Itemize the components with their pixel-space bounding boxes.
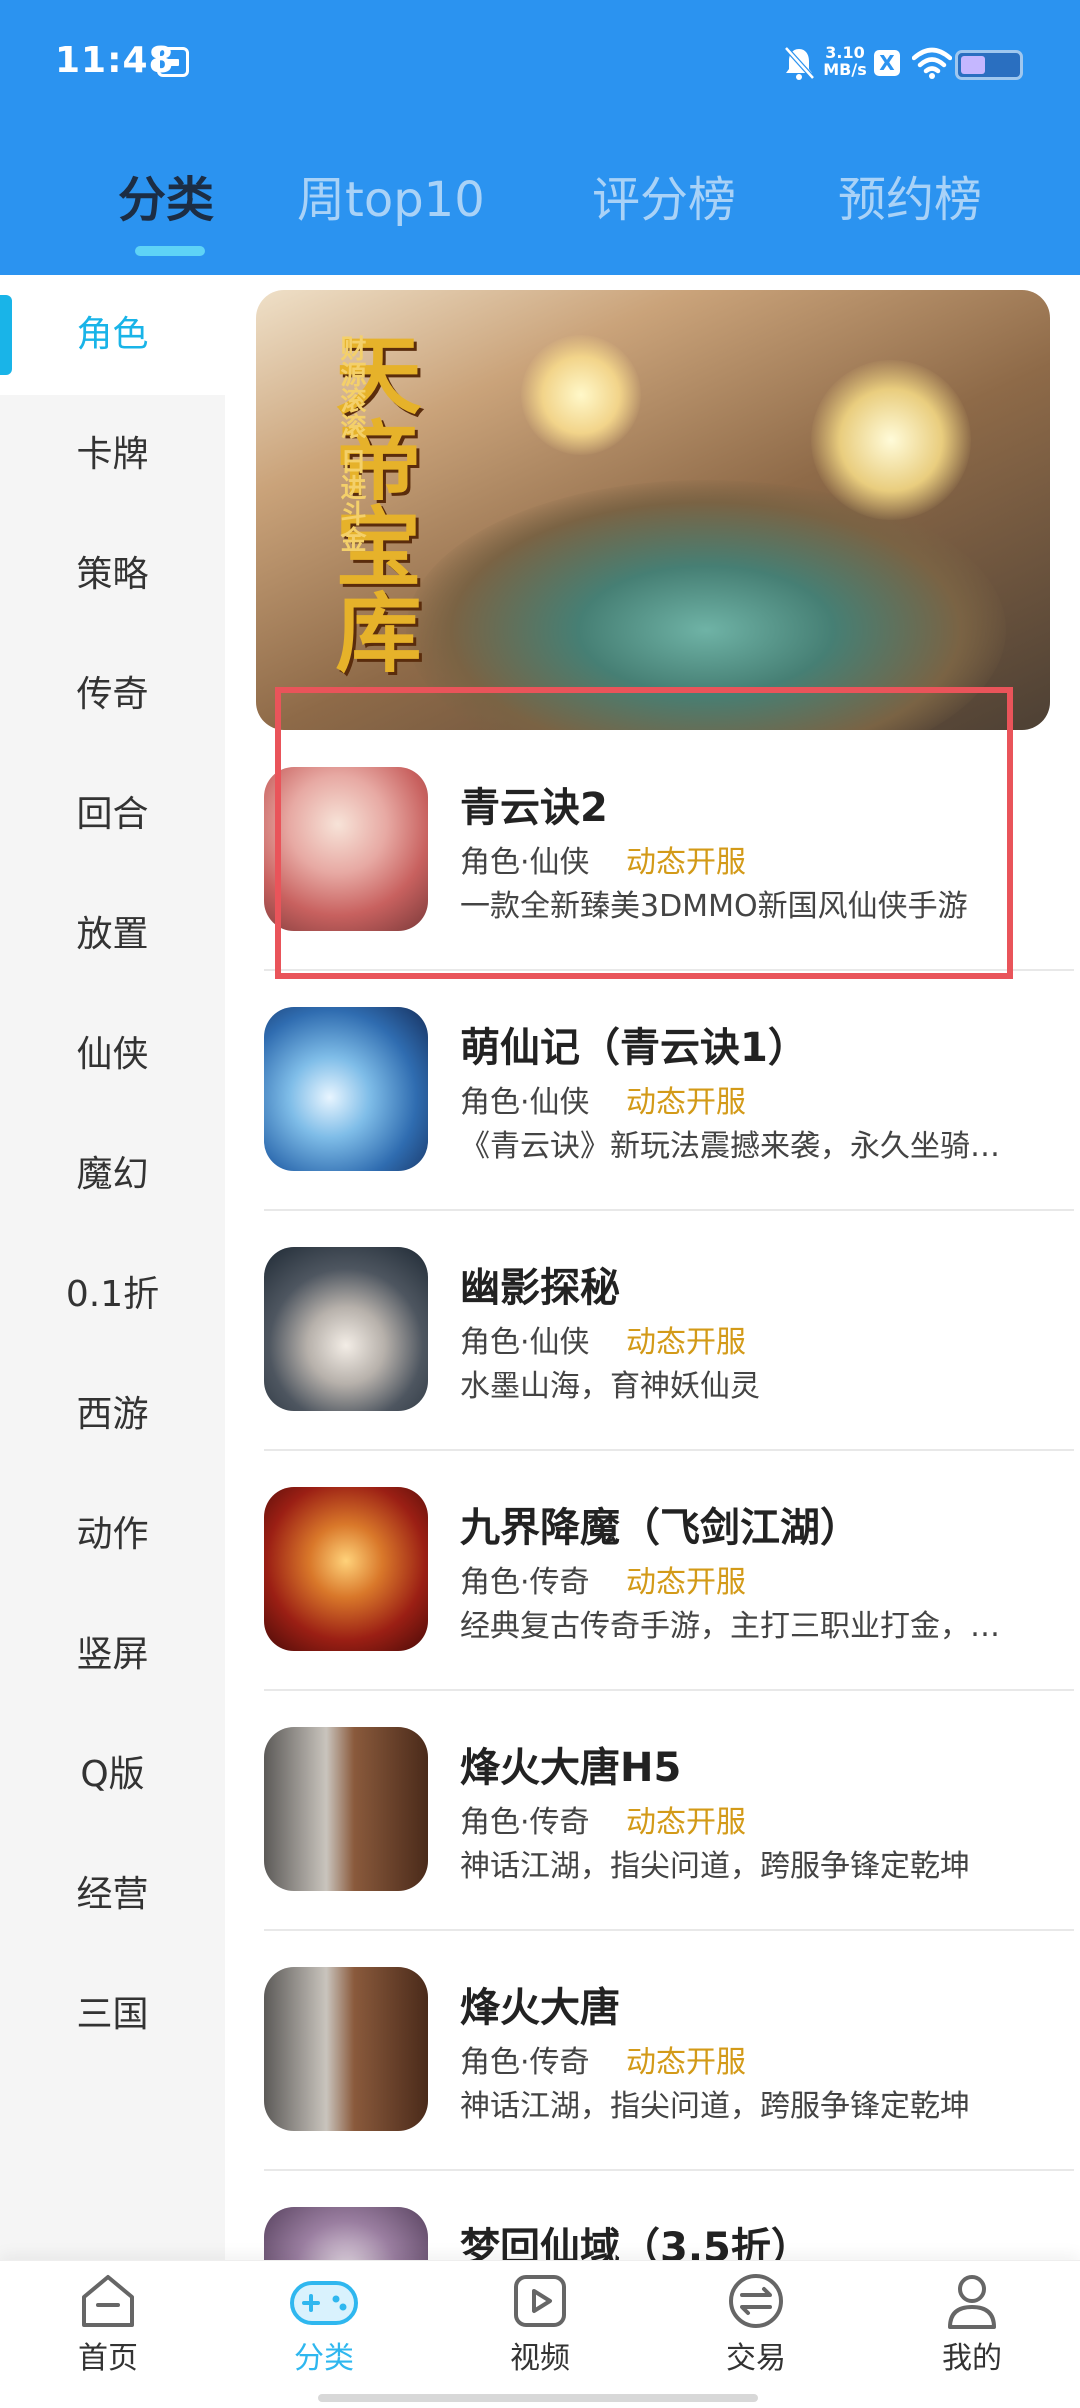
- list-item[interactable]: 烽火大唐H5 角色·传奇 动态开服 神话江湖，指尖问道，跨服争锋定乾坤: [256, 1705, 1080, 1945]
- game-tags: 角色·传奇: [460, 1805, 590, 1840]
- list-item[interactable]: 九界降魔（飞剑江湖） 角色·传奇 动态开服 经典复古传奇手游，主打三职业打金，…: [256, 1465, 1080, 1705]
- game-name: 烽火大唐: [460, 1985, 620, 2031]
- game-name: 烽火大唐H5: [460, 1745, 682, 1791]
- game-icon: [264, 1007, 428, 1171]
- server-badge: 动态开服: [626, 1325, 746, 1360]
- sidebar-item-role[interactable]: 角色: [0, 275, 225, 395]
- sim-card-icon: [157, 47, 189, 77]
- home-indicator[interactable]: [318, 2394, 758, 2402]
- game-icon: [264, 1487, 428, 1651]
- sidebar-item-xianxia[interactable]: 仙侠: [0, 995, 225, 1115]
- nav-trade[interactable]: 交易: [686, 2271, 826, 2406]
- battery-level: [961, 56, 985, 74]
- bottom-navigation: 首页 分类 视频 交易 我的: [0, 2260, 1080, 2408]
- mute-bell-icon: [784, 46, 815, 80]
- server-badge: 动态开服: [626, 1565, 746, 1600]
- exchange-icon: [729, 2274, 783, 2328]
- nav-label: 我的: [942, 2341, 1002, 2376]
- banner-lantern: [521, 335, 641, 455]
- tab-category[interactable]: 分类: [118, 160, 214, 230]
- divider: [264, 2169, 1074, 2171]
- sidebar-item-discount[interactable]: 0.1折: [0, 1235, 225, 1355]
- profile-icon: [948, 2275, 996, 2329]
- top-tabs: 分类 周top10 评分榜 预约榜: [0, 150, 1080, 260]
- sidebar-item-card[interactable]: 卡牌: [0, 395, 225, 515]
- category-sidebar: 角色 卡牌 策略 传奇 回合 放置 仙侠 魔幻 0.1折 西游 动作 竖屏 Q版…: [0, 275, 225, 2260]
- game-tags: 角色·仙侠: [460, 1085, 590, 1120]
- game-icon: [264, 2207, 428, 2260]
- game-name: 梦回仙域（3.5折）: [460, 2225, 811, 2260]
- network-speed: 3.10 MB/s: [822, 44, 868, 78]
- wifi-icon: [912, 47, 952, 79]
- game-name: 萌仙记（青云诀1）: [460, 1025, 808, 1071]
- tab-reservation[interactable]: 预约榜: [838, 160, 982, 230]
- speed-value: 3.10: [825, 43, 865, 62]
- game-name: 幽影探秘: [460, 1265, 620, 1311]
- active-tab-indicator: [135, 246, 205, 256]
- banner-lantern: [811, 360, 971, 520]
- game-icon: [264, 1967, 428, 2131]
- nav-category[interactable]: 分类: [254, 2271, 394, 2406]
- divider: [264, 1209, 1074, 1211]
- game-description: 经典复古传奇手游，主打三职业打金，…: [460, 1609, 1000, 1644]
- list-item[interactable]: 烽火大唐 角色·传奇 动态开服 神话江湖，指尖问道，跨服争锋定乾坤: [256, 1945, 1080, 2185]
- tab-rating[interactable]: 评分榜: [592, 160, 736, 230]
- status-bar: 11:48 3.10 MB/s X: [0, 0, 1080, 125]
- battery-icon: [955, 50, 1023, 80]
- tab-weekly-top10[interactable]: 周top10: [297, 160, 485, 230]
- divider: [264, 1449, 1074, 1451]
- promo-banner[interactable]: 天帝宝库 财源滚滚 日进斗金: [256, 290, 1050, 730]
- divider: [264, 1689, 1074, 1691]
- list-item[interactable]: 萌仙记（青云诀1） 角色·仙侠 动态开服 《青云诀》新玩法震撼来袭，永久坐骑…: [256, 985, 1080, 1225]
- game-icon: [264, 1247, 428, 1411]
- sidebar-item-strategy[interactable]: 策略: [0, 515, 225, 635]
- gamepad-icon: [290, 2281, 358, 2325]
- game-description: 神话江湖，指尖问道，跨服争锋定乾坤: [460, 2089, 970, 2124]
- active-category-indicator: [0, 295, 12, 375]
- video-icon: [514, 2275, 566, 2327]
- sidebar-item-idle[interactable]: 放置: [0, 875, 225, 995]
- sidebar-item-portrait[interactable]: 竖屏: [0, 1595, 225, 1715]
- sidebar-item-three-kingdoms[interactable]: 三国: [0, 1955, 225, 2075]
- selection-highlight-box: [275, 687, 1013, 979]
- server-badge: 动态开服: [626, 1085, 746, 1120]
- list-item[interactable]: 梦回仙域（3.5折）: [256, 2185, 1080, 2260]
- game-name: 九界降魔（飞剑江湖）: [460, 1505, 860, 1551]
- game-tags: 角色·仙侠: [460, 1325, 590, 1360]
- speed-unit: MB/s: [823, 60, 867, 79]
- nav-label: 视频: [510, 2341, 570, 2376]
- nav-label: 交易: [726, 2341, 786, 2376]
- sidebar-item-action[interactable]: 动作: [0, 1475, 225, 1595]
- sidebar-item-fantasy[interactable]: 魔幻: [0, 1115, 225, 1235]
- sidebar-item-q-style[interactable]: Q版: [0, 1715, 225, 1835]
- app-header: 11:48 3.10 MB/s X 分类 周top10 评分榜 预约榜: [0, 0, 1080, 275]
- sidebar-item-legend[interactable]: 传奇: [0, 635, 225, 755]
- server-badge: 动态开服: [626, 1805, 746, 1840]
- game-icon: [264, 1727, 428, 1891]
- nav-profile[interactable]: 我的: [902, 2271, 1042, 2406]
- divider: [264, 1929, 1074, 1931]
- nav-video[interactable]: 视频: [470, 2271, 610, 2406]
- sidebar-item-label: 角色: [76, 314, 149, 355]
- server-badge: 动态开服: [626, 2045, 746, 2080]
- nav-label: 分类: [294, 2341, 354, 2376]
- game-tags: 角色·传奇: [460, 2045, 590, 2080]
- home-icon: [82, 2275, 134, 2327]
- banner-subtitle: 财源滚滚 日进斗金: [336, 335, 366, 553]
- x-app-icon: X: [874, 50, 900, 76]
- game-tags: 角色·传奇: [460, 1565, 590, 1600]
- list-item[interactable]: 幽影探秘 角色·仙侠 动态开服 水墨山海，育神妖仙灵: [256, 1225, 1080, 1465]
- game-description: 水墨山海，育神妖仙灵: [460, 1369, 760, 1404]
- nav-label: 首页: [78, 2341, 138, 2376]
- game-description: 神话江湖，指尖问道，跨服争锋定乾坤: [460, 1849, 970, 1884]
- game-description: 《青云诀》新玩法震撼来袭，永久坐骑…: [460, 1129, 1000, 1164]
- sidebar-item-journey-west[interactable]: 西游: [0, 1355, 225, 1475]
- sidebar-item-turn-based[interactable]: 回合: [0, 755, 225, 875]
- sidebar-item-management[interactable]: 经营: [0, 1835, 225, 1955]
- nav-home[interactable]: 首页: [38, 2271, 178, 2406]
